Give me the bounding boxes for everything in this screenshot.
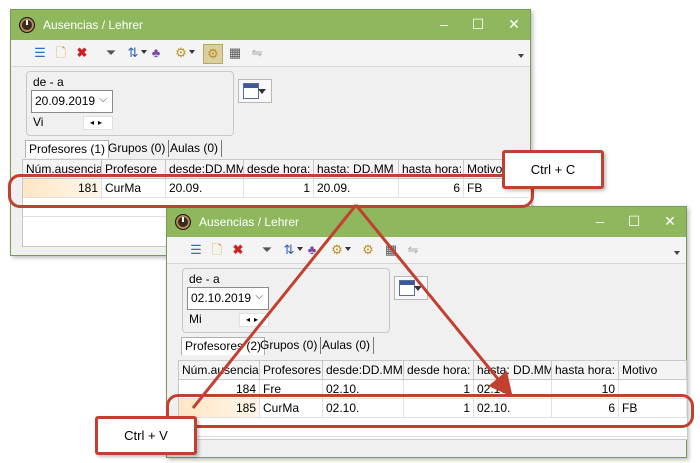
col-hasta[interactable]: hasta: DD.MM (474, 361, 552, 379)
chevron-down-icon[interactable]: ⌵ (99, 94, 107, 105)
new-icon[interactable]: 🗋 (208, 241, 226, 259)
list-icon[interactable]: ☰ (187, 241, 205, 259)
date-range-group: de - a 02.10.2019 ⌵ Mi ◂▸ (182, 268, 390, 333)
title-bar[interactable]: Ausencias / Lehrer – ☐ ✕ (11, 10, 530, 40)
chevron-down-icon[interactable]: ⌵ (255, 291, 263, 302)
sort-icon[interactable]: ⇅ (124, 44, 142, 62)
settings-dropdown-icon[interactable] (189, 50, 195, 54)
sort-icon[interactable]: ⇅ (280, 241, 298, 259)
weekday-label: Mi (189, 312, 202, 326)
maximize-button[interactable]: ☐ (623, 211, 645, 231)
copy-shortcut-callout: Ctrl + C (502, 150, 604, 189)
col-motivo[interactable]: Motivo (619, 361, 687, 379)
close-button[interactable]: ✕ (503, 14, 525, 34)
calendar-table-icon[interactable]: ▦ (226, 44, 244, 62)
date-picker[interactable]: 02.10.2019 ⌵ (187, 287, 269, 310)
toolbar-overflow-icon[interactable] (674, 251, 680, 255)
range-label: de - a (33, 75, 64, 89)
toolbar: ☰ 🗋 ✖ ⏷ ⇅ ♣ ⚙ ⚙ ▦ ⇋ (167, 237, 686, 264)
date-value: 02.10.2019 (191, 291, 252, 305)
new-icon[interactable]: 🗋 (52, 44, 70, 62)
minimize-button[interactable]: – (433, 14, 455, 34)
range-label: de - a (189, 272, 220, 286)
col-hasta-hora[interactable]: hasta hora: (552, 361, 619, 379)
weekday-label: Vi (33, 115, 44, 129)
link-icon[interactable]: ⇋ (248, 44, 266, 62)
date-range-group: de - a 20.09.2019 ⌵ Vi ◂▸ (26, 71, 234, 136)
settings-dropdown-icon[interactable] (345, 247, 351, 251)
day-spinner[interactable]: ◂▸ (239, 313, 269, 327)
app-clock-icon (175, 214, 191, 230)
day-spinner[interactable]: ◂▸ (83, 116, 113, 130)
dropdown-arrow-icon (258, 89, 266, 94)
col-prof[interactable]: Profesores (260, 361, 323, 379)
toolbar: ☰ 🗋 ✖ ⏷ ⇅ ♣ ⚙ ⚙ ▦ ⇋ (11, 40, 530, 67)
filter-icon[interactable]: ⏷ (258, 241, 276, 259)
tab-aulas[interactable]: Aulas (0) (167, 140, 223, 157)
toolbar-overflow-icon[interactable] (518, 54, 524, 58)
settings-icon[interactable]: ⚙ (172, 44, 190, 62)
maximize-button[interactable]: ☐ (467, 14, 489, 34)
tab-grupos[interactable]: Grupos (0) (105, 140, 170, 157)
delete-icon[interactable]: ✖ (229, 241, 247, 259)
app-clock-icon (19, 17, 35, 33)
date-picker[interactable]: 20.09.2019 ⌵ (31, 90, 113, 113)
people-icon[interactable]: ♣ (303, 241, 321, 259)
gear-icon[interactable]: ⚙ (203, 44, 223, 64)
minimize-button[interactable]: – (589, 211, 611, 231)
tab-profesores[interactable]: Profesores (2) (181, 337, 266, 355)
people-icon[interactable]: ♣ (147, 44, 165, 62)
tab-profesores[interactable]: Profesores (1) (25, 140, 110, 158)
tab-grupos[interactable]: Grupos (0) (257, 337, 322, 354)
window-title: Ausencias / Lehrer (43, 18, 144, 32)
window-title: Ausencias / Lehrer (199, 215, 300, 229)
table-header: Núm.ausencia Profesores desde:DD.MM desd… (179, 361, 687, 380)
date-value: 20.09.2019 (35, 94, 96, 108)
paste-shortcut-callout: Ctrl + V (95, 416, 197, 455)
link-icon[interactable]: ⇋ (404, 241, 422, 259)
calendar-icon (243, 83, 259, 99)
dropdown-arrow-icon (414, 286, 422, 291)
close-button[interactable]: ✕ (659, 211, 681, 231)
filter-icon[interactable]: ⏷ (102, 44, 120, 62)
tab-aulas[interactable]: Aulas (0) (319, 337, 375, 354)
col-desde[interactable]: desde:DD.MM (323, 361, 404, 379)
gear-icon[interactable]: ⚙ (359, 241, 377, 259)
calendar-icon (399, 280, 415, 296)
pasted-row-highlight (166, 394, 694, 428)
calendar-table-icon[interactable]: ▦ (382, 241, 400, 259)
col-num[interactable]: Núm.ausencia (179, 361, 260, 379)
calendar-button[interactable] (238, 79, 272, 103)
calendar-button[interactable] (394, 276, 428, 300)
copied-row-highlight (8, 174, 534, 208)
col-desde-hora[interactable]: desde hora: (404, 361, 474, 379)
list-icon[interactable]: ☰ (31, 44, 49, 62)
title-bar[interactable]: Ausencias / Lehrer – ☐ ✕ (167, 207, 686, 237)
settings-icon[interactable]: ⚙ (328, 241, 346, 259)
delete-icon[interactable]: ✖ (73, 44, 91, 62)
